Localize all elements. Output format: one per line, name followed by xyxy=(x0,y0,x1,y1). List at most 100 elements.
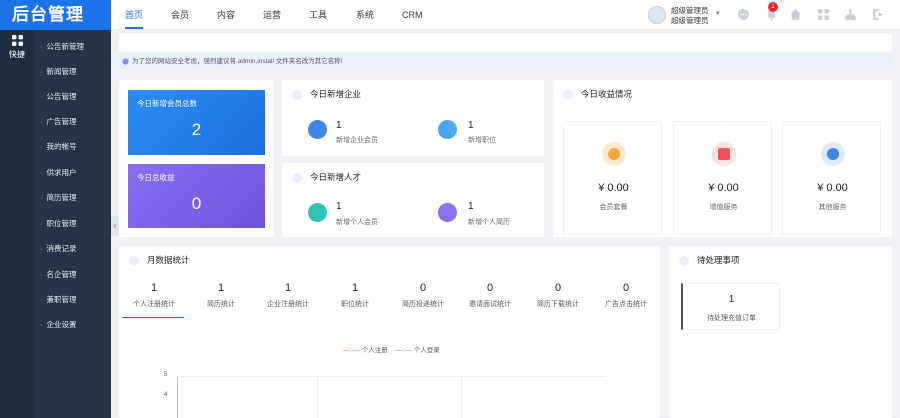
new-members-tile[interactable]: 今日新增会员总数 2 xyxy=(128,90,265,155)
sidebar-item-label: 兼职管理 xyxy=(46,295,77,304)
chevron-down-icon[interactable]: ▾ xyxy=(716,9,720,17)
tab-system[interactable]: 系统 xyxy=(356,0,374,30)
tab-tools[interactable]: 工具 xyxy=(309,0,327,30)
y-tick-label: 5 xyxy=(164,372,168,378)
sidebar-item[interactable]: · 名企管理 xyxy=(34,266,111,284)
trend-icon xyxy=(712,142,736,166)
pending-tasks-card: 待处理事项 xyxy=(669,246,892,418)
logout-icon[interactable] xyxy=(871,8,884,21)
y-tick-label: 4 xyxy=(164,392,168,398)
notice-text: 为了您的网站安全考虑，强烈建议将 admin,install 文件夹名改为其它名… xyxy=(132,58,343,65)
apps-icon[interactable] xyxy=(817,8,830,21)
pending-item[interactable]: 1 待处理充值订单 xyxy=(681,283,780,330)
sidebar-item[interactable]: · 企业设置 xyxy=(34,316,111,334)
sidebar-item[interactable]: · 消费记录 xyxy=(34,240,111,258)
total-income-tile[interactable]: 今日总收益 0 xyxy=(128,164,265,228)
chat-icon[interactable] xyxy=(737,8,750,21)
card-title: 待处理事项 xyxy=(679,254,740,266)
brand-logo[interactable]: 后台管理 xyxy=(0,0,111,30)
tab-crm[interactable]: CRM xyxy=(402,0,423,30)
monthly-stat-tab[interactable]: 企业注册统计 xyxy=(255,299,321,309)
briefcase-icon xyxy=(438,120,457,139)
quick-rail: 快捷 xyxy=(0,30,34,418)
card-title-text: 待处理事项 xyxy=(697,255,740,265)
company-icon xyxy=(308,120,327,139)
monthly-stat-number: 1 xyxy=(150,282,158,294)
sidebar-collapse-button[interactable]: ‹ xyxy=(111,216,119,236)
monthly-stat-number: 0 xyxy=(419,282,427,294)
sidebar-item-label: 简历管理 xyxy=(46,193,77,202)
sidebar-item[interactable]: · 公告管理 xyxy=(34,88,111,106)
avatar[interactable] xyxy=(648,6,666,24)
sidebar-menu: · 公告新管理 · 新闻管理 · 公告管理 · 广告管理 · 我的帐号 · 供求用户 · 简历… xyxy=(34,30,111,418)
card-title-text: 今日新增人才 xyxy=(310,172,362,182)
package-icon xyxy=(602,142,626,166)
stat-label[interactable]: 新增个人简历 xyxy=(468,217,510,227)
card-title: 今日收益情况 xyxy=(563,88,632,100)
tab-members[interactable]: 会员 xyxy=(171,0,189,30)
monthly-stat-tab[interactable]: 简历投递统计 xyxy=(390,299,456,309)
monthly-stat-tab[interactable]: 广告点击统计 xyxy=(593,299,659,309)
earning-label: 增值服务 xyxy=(709,204,738,211)
user-role: 超级管理员 xyxy=(671,16,709,25)
user-menu[interactable]: 超级管理员 超级管理员 xyxy=(671,6,709,26)
monthly-stat-number: 1 xyxy=(217,282,225,294)
monthly-stat-tab[interactable]: 简历下载统计 xyxy=(525,299,591,309)
monthly-stat-number: 0 xyxy=(622,282,630,294)
tab-content[interactable]: 内容 xyxy=(217,0,235,30)
pending-label: 待处理充值订单 xyxy=(707,315,756,322)
sidebar-item-label: 广告管理 xyxy=(46,117,77,126)
monthly-stat-number: 1 xyxy=(351,282,359,294)
grid-line xyxy=(317,376,318,418)
sidebar-item-label: 消费记录 xyxy=(46,244,77,253)
sidebar-item[interactable]: · 我的帐号 xyxy=(34,138,111,156)
sidebar-item[interactable]: · 公告新管理 xyxy=(34,38,111,56)
sidebar-item-label: 企业设置 xyxy=(46,320,77,329)
card-title: 月数据统计 xyxy=(129,254,190,266)
legend-label: 个人注册 xyxy=(361,347,388,354)
yen-icon xyxy=(563,89,573,100)
legend-item[interactable]: —○— 个人登录 xyxy=(395,344,440,354)
medal-icon xyxy=(821,142,845,166)
clean-icon[interactable] xyxy=(844,8,857,21)
sidebar-item[interactable]: · 兼职管理 xyxy=(34,291,111,309)
sidebar-item[interactable]: · 职位管理 xyxy=(34,215,111,233)
legend-item[interactable]: —○— 个人注册 xyxy=(343,344,388,354)
tab-operations[interactable]: 运营 xyxy=(263,0,281,30)
sidebar-item-label: 供求用户 xyxy=(46,168,77,177)
monthly-stat-tab[interactable]: 邀请面试统计 xyxy=(457,299,523,309)
home-icon[interactable] xyxy=(789,8,802,21)
stat-label[interactable]: 新增个人会员 xyxy=(336,217,378,227)
earning-item[interactable]: ¥ 0.00 会员套餐 xyxy=(563,121,662,235)
monthly-stat-tab[interactable]: 个人注册统计 xyxy=(121,299,187,309)
tile-value: 0 xyxy=(191,194,202,213)
tile-value: 2 xyxy=(191,120,202,139)
tab-home[interactable]: 首页 xyxy=(125,0,144,30)
card-title: 今日新增人才 xyxy=(292,171,361,183)
monthly-stat-number: 0 xyxy=(486,282,494,294)
chart-icon xyxy=(129,255,139,266)
sidebar-item-label: 新闻管理 xyxy=(46,67,77,76)
earning-value: ¥ 0.00 xyxy=(598,182,629,194)
earning-item[interactable]: ¥ 0.00 增值服务 xyxy=(673,121,772,235)
quick-menu-button[interactable]: 快捷 xyxy=(0,35,34,60)
sidebar-item-label: 我的帐号 xyxy=(46,142,77,151)
grid-icon xyxy=(11,35,23,46)
monthly-stat-tab[interactable]: 职位统计 xyxy=(322,299,388,309)
sidebar-item-label: 名企管理 xyxy=(46,270,77,279)
sidebar-item[interactable]: · 供求用户 xyxy=(34,164,111,182)
active-tab-indicator xyxy=(122,317,184,318)
monthly-stat-tab[interactable]: 简历统计 xyxy=(188,299,254,309)
grid-line xyxy=(461,376,462,418)
sidebar-item[interactable]: · 新闻管理 xyxy=(34,63,111,81)
user-name: 超级管理员 xyxy=(671,6,709,15)
card-title: 今日新增企业 xyxy=(292,88,361,100)
stat-label[interactable]: 新增职位 xyxy=(468,135,496,145)
notification-badge: 1 xyxy=(768,2,778,12)
earning-item[interactable]: ¥ 0.00 其他服务 xyxy=(782,121,881,235)
stat-label[interactable]: 新增企业会员 xyxy=(336,135,378,145)
sidebar-item[interactable]: · 简历管理 xyxy=(34,189,111,207)
card-title-text: 今日新增企业 xyxy=(310,89,362,99)
pending-count: 1 xyxy=(728,294,735,305)
sidebar-item[interactable]: · 广告管理 xyxy=(34,113,111,131)
